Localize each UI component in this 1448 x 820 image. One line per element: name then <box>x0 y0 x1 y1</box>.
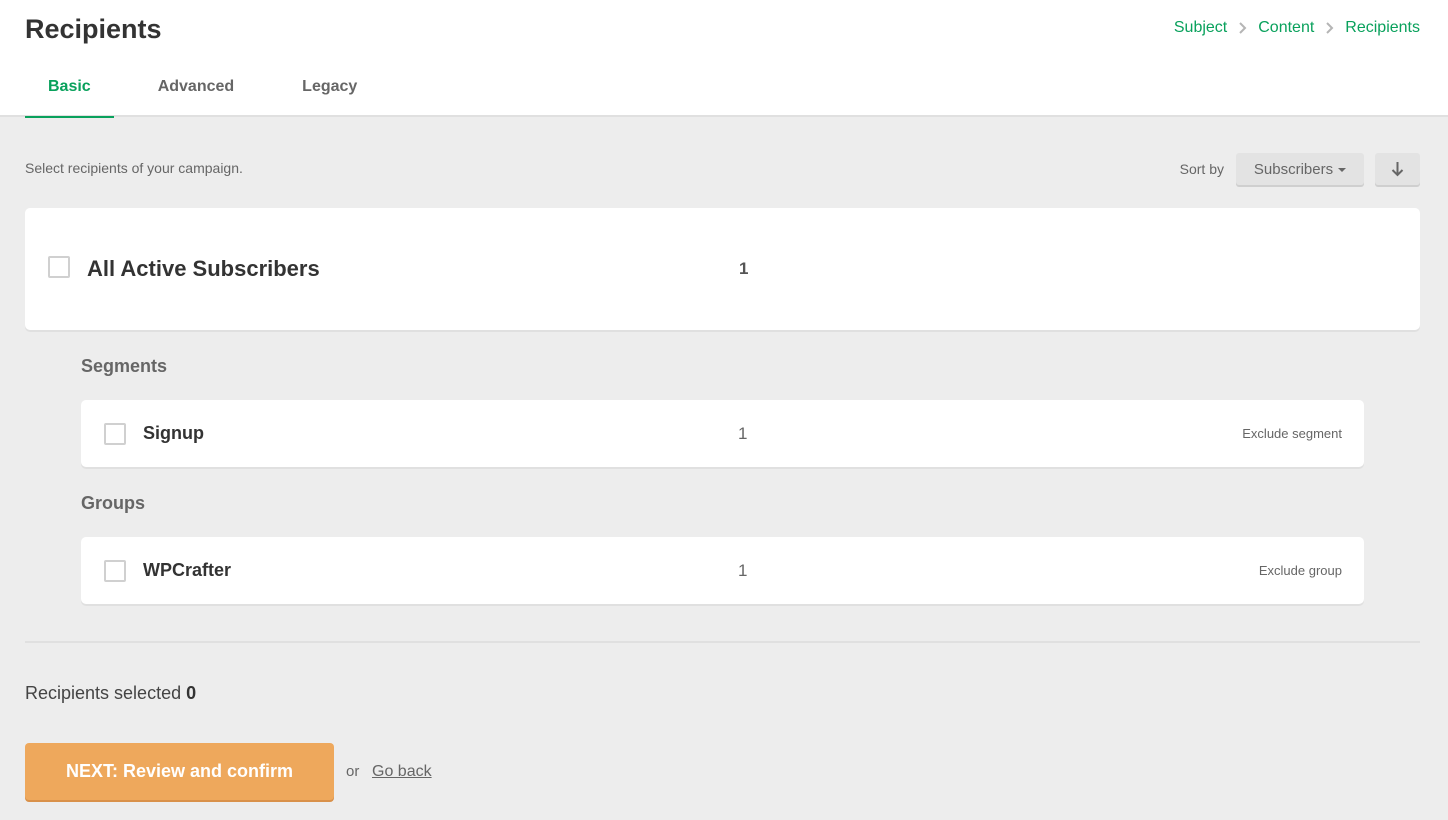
group-count: 1 <box>738 561 748 580</box>
group-checkbox[interactable] <box>104 560 126 582</box>
segment-row[interactable]: Signup 1 Exclude segment <box>81 400 1364 467</box>
tab-advanced[interactable]: Advanced <box>114 77 257 117</box>
chevron-right-icon <box>1238 22 1247 34</box>
segment-checkbox[interactable] <box>104 423 126 445</box>
sort-by-value: Subscribers <box>1253 160 1334 178</box>
segments-title: Segments <box>81 356 168 376</box>
go-back-link[interactable]: Go back <box>372 763 432 781</box>
sort-controls: Sort by Subscribers <box>1180 153 1420 185</box>
breadcrumb-recipients[interactable]: Recipients <box>1345 19 1420 37</box>
groups-title: Groups <box>81 493 146 513</box>
all-subscribers-checkbox[interactable] <box>48 256 70 278</box>
intro-text: Select recipients of your campaign. <box>25 160 243 176</box>
divider <box>25 641 1420 643</box>
recipients-selected-label: Recipients selected <box>25 683 187 703</box>
breadcrumb-subject[interactable]: Subject <box>1174 19 1227 37</box>
tab-bar: Basic Advanced Legacy <box>25 77 380 118</box>
segment-name: Signup <box>143 423 204 443</box>
all-subscribers-card[interactable]: All Active Subscribers 1 <box>25 208 1420 330</box>
breadcrumb-content[interactable]: Content <box>1258 19 1314 37</box>
chevron-right-icon <box>1325 22 1334 34</box>
sort-by-dropdown[interactable]: Subscribers <box>1236 153 1364 185</box>
recipients-selected: Recipients selected 0 <box>25 683 196 704</box>
all-subscribers-label: All Active Subscribers <box>87 256 320 281</box>
breadcrumb: Subject Content Recipients <box>1174 19 1420 37</box>
exclude-group-link[interactable]: Exclude group <box>1259 563 1342 578</box>
group-row[interactable]: WPCrafter 1 Exclude group <box>81 537 1364 604</box>
sort-direction-button[interactable] <box>1375 153 1420 185</box>
page-header: Recipients Subject Content Recipients Ba… <box>0 0 1448 118</box>
segment-count: 1 <box>738 424 748 443</box>
exclude-segment-link[interactable]: Exclude segment <box>1242 426 1342 441</box>
page-title: Recipients <box>25 14 162 44</box>
tab-basic[interactable]: Basic <box>25 77 114 118</box>
group-name: WPCrafter <box>143 560 232 580</box>
tab-legacy[interactable]: Legacy <box>257 77 380 117</box>
next-review-button[interactable]: NEXT: Review and confirm <box>25 743 334 800</box>
all-subscribers-count: 1 <box>739 259 749 278</box>
recipients-selected-count: 0 <box>186 683 197 703</box>
or-text: or <box>346 763 360 780</box>
arrow-down-icon <box>1391 162 1404 177</box>
sort-label: Sort by <box>1179 161 1224 177</box>
caret-down-icon <box>1338 168 1347 172</box>
